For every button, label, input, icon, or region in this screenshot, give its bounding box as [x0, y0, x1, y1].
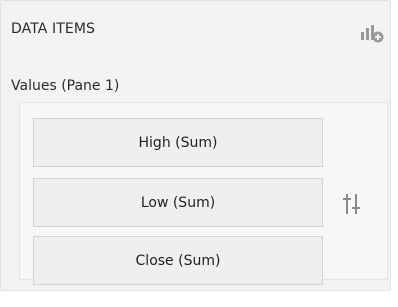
series-options-icon[interactable]	[343, 192, 363, 216]
values-pane: High (Sum) Low (Sum) Close (Sum)	[19, 102, 388, 285]
pane-label: Values (Pane 1)	[11, 78, 120, 94]
add-data-item-icon[interactable]	[360, 23, 384, 43]
data-item-low-sum[interactable]: Low (Sum)	[33, 178, 323, 227]
data-items-panel: DATA ITEMS Values (Pane 1) High (Sum) Lo…	[0, 0, 391, 291]
data-item-high-sum[interactable]: High (Sum)	[33, 118, 323, 167]
panel-title: DATA ITEMS	[11, 21, 96, 37]
data-item-close-sum[interactable]: Close (Sum)	[33, 236, 323, 285]
